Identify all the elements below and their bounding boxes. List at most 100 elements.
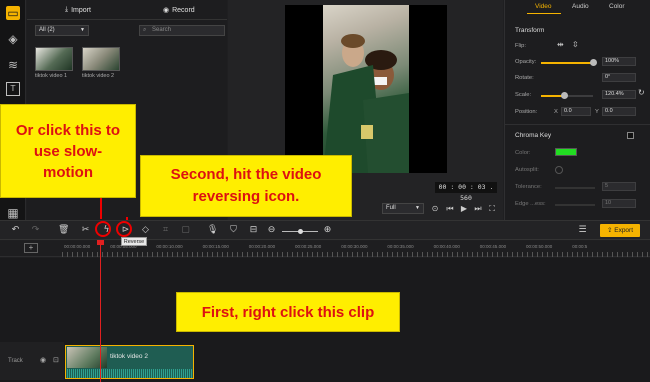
fullscreen-icon[interactable]: ⛶ [487, 204, 497, 214]
ruler-tick-label: 00:00:25.000 [295, 244, 322, 249]
undo-icon[interactable]: ↶ [10, 225, 21, 236]
snapshot-icon[interactable]: ⊙ [430, 204, 440, 214]
media-item-label: tiktok video 2 [82, 73, 115, 79]
timeline-clip[interactable]: tiktok video 2 [65, 345, 194, 379]
autosplit-toggle[interactable] [555, 166, 563, 174]
text-icon[interactable]: T [6, 82, 20, 96]
annotation-pointer-line [100, 198, 102, 219]
delete-icon[interactable]: 🗑 [58, 225, 69, 236]
record-button[interactable]: ◉ Record [163, 3, 195, 17]
lock-icon[interactable]: ⊡ [53, 356, 59, 364]
ruler-tick-label: 00:00:20.000 [248, 244, 276, 249]
annotation-slow-motion: Or click this to use slow-motion [0, 104, 136, 198]
opacity-field[interactable]: 100% [602, 57, 636, 66]
media-tabbar: ⤓ Import ◉ Record [27, 0, 227, 20]
annotation-pointer-line [126, 217, 128, 220]
annotation-reverse: Second, hit the video reversing icon. [140, 155, 352, 217]
eye-icon[interactable]: ◉ [40, 356, 46, 364]
position-y-label: Y [595, 109, 599, 115]
rotate-field[interactable]: 0° [602, 73, 636, 82]
previous-frame-icon[interactable]: ⏮ [445, 204, 455, 214]
video-content [323, 5, 409, 173]
edge-slider[interactable] [555, 204, 595, 206]
active-tab-indicator [527, 13, 561, 14]
play-icon[interactable]: ▶ [459, 204, 469, 214]
playhead-handle[interactable] [97, 240, 104, 245]
media-thumb-1[interactable] [35, 47, 73, 71]
media-filter-select[interactable]: All (2) ▼ [35, 25, 89, 36]
search-icon: ⌕ [143, 27, 147, 33]
flip-horizontal-icon[interactable]: ⇹ [557, 40, 564, 49]
ruler-tick-label: 00:00:5 [572, 244, 588, 249]
preview-quality-value: Full [386, 205, 396, 211]
scale-slider-knob[interactable] [560, 92, 568, 99]
next-frame-icon[interactable]: ⏭ [473, 204, 483, 214]
chroma-color-swatch[interactable] [555, 148, 577, 156]
opacity-slider-knob[interactable] [589, 59, 597, 66]
playhead[interactable] [100, 240, 101, 382]
layers-icon[interactable]: ◈ [6, 32, 20, 46]
chroma-key-checkbox[interactable] [627, 132, 634, 139]
video-editor-window: ▭ ◈ ≋ T ▦ ⤓ Import ◉ Record All (2) ▼ ⌕ … [0, 0, 650, 382]
record-label: Record [172, 6, 195, 14]
clip-name: tiktok video 2 [110, 353, 148, 360]
rotate-label: Rotate: [515, 75, 534, 81]
keyframe-icon[interactable]: ◇ [140, 225, 151, 236]
opacity-slider-fill [541, 62, 593, 64]
tab-audio[interactable]: Audio [572, 3, 589, 10]
autosplit-label: Autosplit: [515, 167, 539, 173]
add-track-button[interactable]: + [24, 243, 38, 253]
export-button[interactable]: ⇪ Export [600, 224, 640, 237]
clip-audio-waveform [67, 369, 193, 378]
tolerance-slider[interactable] [555, 187, 595, 189]
tolerance-label: Tolerance: [515, 184, 542, 190]
edge-field[interactable]: 10 [602, 199, 636, 208]
opacity-label: Opacity: [515, 59, 537, 65]
zoom-slider[interactable] [282, 229, 318, 234]
reverse-tooltip: Reverse [121, 237, 147, 246]
zoom-slider-knob[interactable] [298, 229, 303, 234]
microphone-icon[interactable]: 🎙 [207, 225, 218, 236]
ruler-tick-label: 00:00:00.000 [64, 244, 91, 249]
redo-icon[interactable]: ↷ [30, 225, 41, 236]
tab-video[interactable]: Video [535, 3, 552, 10]
preview-quality-select[interactable]: Full ▼ [382, 203, 424, 214]
position-y-field[interactable]: 0.0 [602, 107, 636, 116]
scale-field[interactable]: 120.4% [602, 90, 636, 99]
reset-icon[interactable]: ↻ [638, 88, 645, 97]
ruler-tick-label: 00:00:35.000 [387, 244, 414, 249]
preview-timecode: 00 : 00 : 03 . 560 [435, 182, 497, 202]
tolerance-field[interactable]: 5 [602, 182, 636, 191]
media-thumb-2[interactable] [82, 47, 120, 71]
cut-icon[interactable]: ✂ [80, 225, 91, 236]
scale-slider[interactable] [541, 92, 593, 99]
flip-vertical-icon[interactable]: ⇳ [572, 40, 579, 49]
zoom-out-icon[interactable]: ⊖ [266, 225, 277, 236]
annotation-right-click-clip: First, right click this clip [176, 292, 400, 332]
settings-sliders-icon[interactable]: ☰ [577, 225, 588, 236]
flip-label: Flip: [515, 43, 526, 49]
layout-icon[interactable]: ▦ [6, 206, 20, 220]
clip-thumbnail [67, 347, 107, 368]
annotation-circle-speed [95, 221, 111, 237]
freeze-icon[interactable]: ▢ [180, 225, 191, 236]
position-x-field[interactable]: 0.0 [561, 107, 591, 116]
edge-label: Edge ...ess: [515, 201, 546, 207]
tab-color[interactable]: Color [609, 3, 625, 10]
crop-icon[interactable]: ⌗ [160, 225, 171, 236]
ruler-tick-label: 00:00:30.000 [341, 244, 368, 249]
import-label: Import [71, 6, 91, 14]
marker-icon[interactable]: ⛉ [228, 225, 239, 236]
import-button[interactable]: ⤓ Import [65, 3, 91, 17]
media-folder-icon[interactable]: ▭ [6, 6, 20, 20]
import-icon: ⤓ [65, 6, 69, 13]
split-screen-icon[interactable]: ⊟ [248, 225, 259, 236]
zoom-in-icon[interactable]: ⊕ [322, 225, 333, 236]
media-search-input[interactable]: ⌕ Search [139, 25, 225, 36]
audio-wave-icon[interactable]: ≋ [6, 58, 20, 72]
ruler-tick-label: 00:00:45.000 [479, 244, 507, 249]
record-icon: ◉ [163, 7, 170, 14]
opacity-slider[interactable] [541, 59, 597, 66]
chevron-down-icon: ▼ [80, 27, 85, 33]
position-label: Position: [515, 109, 538, 115]
